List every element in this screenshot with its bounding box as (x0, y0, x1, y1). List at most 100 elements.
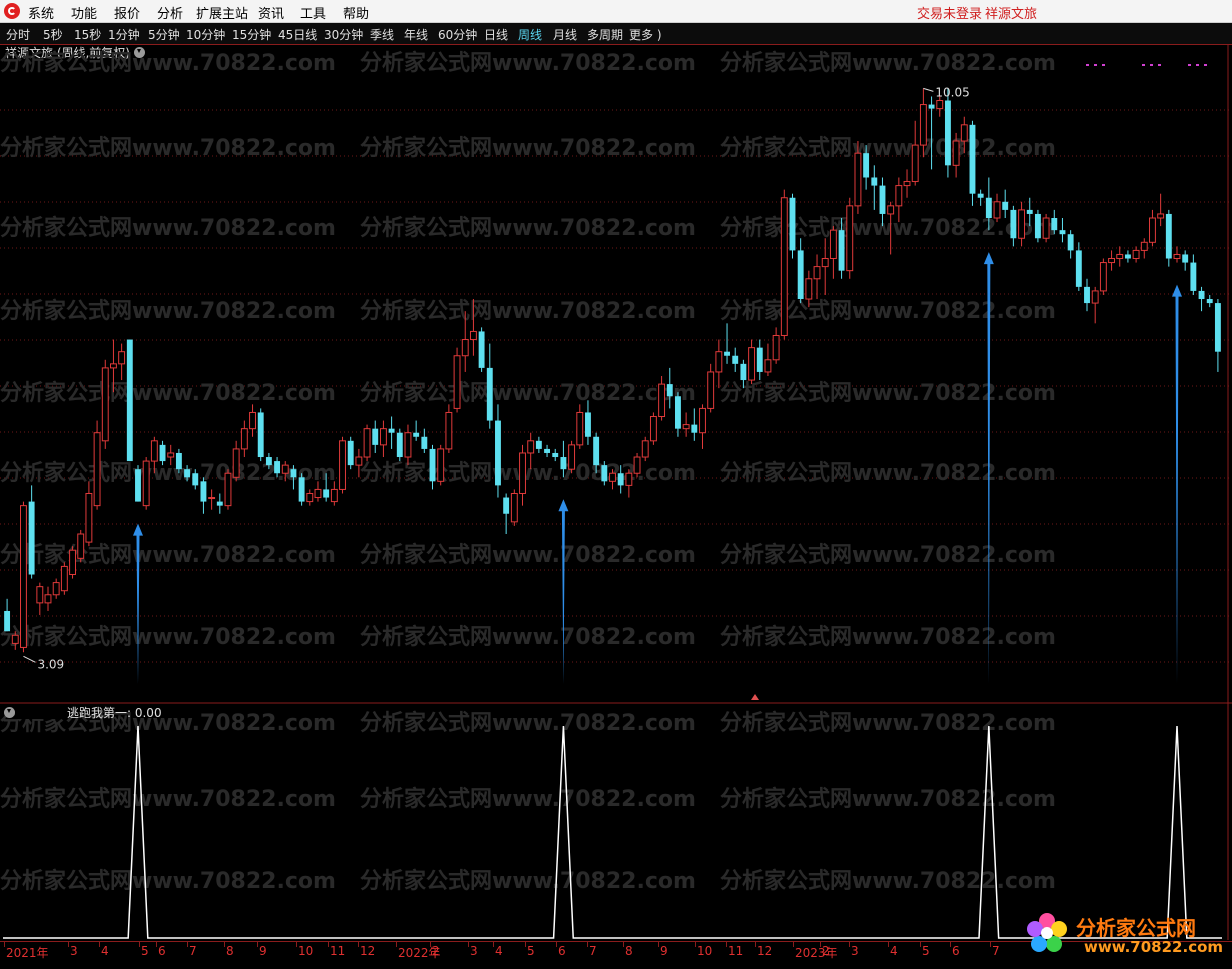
watermark-text: 分析家公式网www.70822.com (0, 786, 336, 812)
candle-body-up (1157, 213, 1165, 219)
candle-body-up (93, 432, 101, 507)
max-label-leader (923, 87, 934, 92)
candle-body-up (1108, 258, 1115, 264)
candle-body-up (960, 124, 968, 142)
candle-body-down (175, 452, 182, 470)
period-tab[interactable]: 多周期 (587, 26, 623, 43)
date-axis-tick (950, 942, 951, 947)
candle-body-down (985, 197, 992, 218)
period-tab[interactable]: 日线 (484, 26, 508, 43)
candle-body-up (469, 330, 477, 341)
candle-body-down (593, 436, 600, 466)
candle-body-down (1084, 286, 1090, 304)
date-axis-tick (468, 942, 469, 947)
watermark-text: 分析家公式网www.70822.com (720, 710, 1056, 736)
dropdown-icon[interactable] (4, 707, 15, 718)
candle-body-up (903, 181, 911, 187)
candle-body-up (60, 565, 68, 592)
menu-item-tools[interactable]: 工具 (300, 3, 326, 22)
watermark-text: 分析家公式网www.70822.com (360, 710, 696, 736)
period-tab[interactable]: 月线 (553, 26, 577, 43)
candle-body-up (36, 586, 44, 604)
period-tab[interactable]: 季线 (370, 26, 394, 43)
menu-item-extension[interactable]: 扩展主站 (196, 3, 248, 22)
period-tab[interactable]: 10分钟 (186, 26, 225, 43)
period-tab[interactable]: 30分钟 (324, 26, 363, 43)
menu-item-analysis[interactable]: 分析 (157, 3, 183, 22)
period-tab[interactable]: 15分钟 (232, 26, 271, 43)
period-bar: 分时 5秒 15秒 1分钟 5分钟 10分钟 15分钟 45日线 30分钟 季线… (0, 23, 1232, 45)
candle-body-up (453, 355, 461, 409)
candle-body-up (919, 104, 927, 146)
candle-body-up (52, 582, 60, 596)
period-tab[interactable]: 1分钟 (108, 26, 140, 43)
date-axis-label: 5 (141, 944, 149, 958)
candle-body-down (478, 331, 485, 368)
date-axis-label: 3 (70, 944, 78, 958)
date-axis-tick (695, 942, 696, 947)
candle-body-down (585, 412, 591, 437)
candle-body-up (813, 266, 821, 280)
candle-body-up (404, 432, 412, 458)
dropdown-icon[interactable] (134, 47, 145, 58)
login-status[interactable]: 交易未登录 (917, 3, 982, 22)
candle-body-up (527, 440, 535, 454)
candle-body-down (290, 469, 297, 478)
date-axis-tick (920, 942, 921, 947)
date-axis-label: 8 (625, 944, 633, 958)
period-tab[interactable]: 分时 (6, 26, 30, 43)
candle-body-up (20, 505, 27, 648)
period-tab[interactable]: 60分钟 (438, 26, 477, 43)
candle-body-down (879, 185, 886, 214)
candle-body-down (617, 473, 624, 486)
candle-body-up (330, 488, 338, 503)
candle-body-down (184, 469, 191, 478)
candle-body-up (510, 492, 518, 523)
date-axis-label: 4 (890, 944, 898, 958)
date-axis-label: 9 (259, 944, 267, 958)
candle-body-up (1018, 209, 1026, 239)
date-axis-tick (187, 942, 188, 947)
date-axis-label: 3 (470, 944, 478, 958)
period-tab[interactable]: 5分钟 (148, 26, 180, 43)
watermark-text: 分析家公式网www.70822.com (0, 460, 336, 486)
candle-body-down (535, 440, 542, 449)
watermark-text: 分析家公式网www.70822.com (720, 380, 1056, 406)
candle-body-up (829, 229, 837, 260)
candle-body-down (1214, 303, 1221, 352)
candle-body-down (691, 424, 698, 433)
app-logo-icon[interactable] (4, 3, 20, 19)
watermark-logo: 分析家公式网 www.70822.com (1024, 910, 1230, 960)
period-tab-active[interactable]: 周线 (518, 26, 542, 43)
candle-body-up (658, 383, 666, 418)
candle-body-down (421, 436, 428, 449)
candle-body-up (339, 440, 346, 490)
period-tab[interactable]: 15秒 (74, 26, 101, 43)
watermark-text: 分析家公式网www.70822.com (360, 786, 696, 812)
candle-body-down (126, 339, 133, 462)
watermark-text: 分析家公式网www.70822.com (720, 50, 1056, 76)
candle-body-up (887, 205, 895, 215)
menu-item-system[interactable]: 系统 (28, 3, 54, 22)
candle-body-down (1075, 250, 1082, 287)
candle-body-down (740, 363, 747, 381)
date-axis-label: 7 (992, 944, 1000, 958)
period-tab[interactable]: 5秒 (43, 26, 63, 43)
menu-item-news[interactable]: 资讯 (258, 3, 284, 22)
candle-body-up (780, 197, 788, 336)
candle-body-up (224, 472, 232, 507)
candle-body-down (724, 351, 730, 356)
date-axis-tick (820, 942, 821, 947)
period-tab[interactable]: 年线 (404, 26, 428, 43)
date-axis-label: 11 (728, 944, 744, 958)
menu-item-quote[interactable]: 报价 (114, 3, 140, 22)
date-axis-label: 2023年 (795, 946, 838, 960)
menu-item-help[interactable]: 帮助 (343, 3, 369, 22)
menu-item-function[interactable]: 功能 (71, 3, 97, 22)
grid-lines (0, 44, 1232, 940)
period-tab[interactable]: 45日线 (278, 26, 317, 43)
period-tab-more[interactable]: 更多 ) (629, 26, 662, 43)
candle-body-down (732, 355, 739, 364)
candle-body-up (1132, 249, 1140, 260)
sell-signal-arrow (983, 252, 994, 684)
